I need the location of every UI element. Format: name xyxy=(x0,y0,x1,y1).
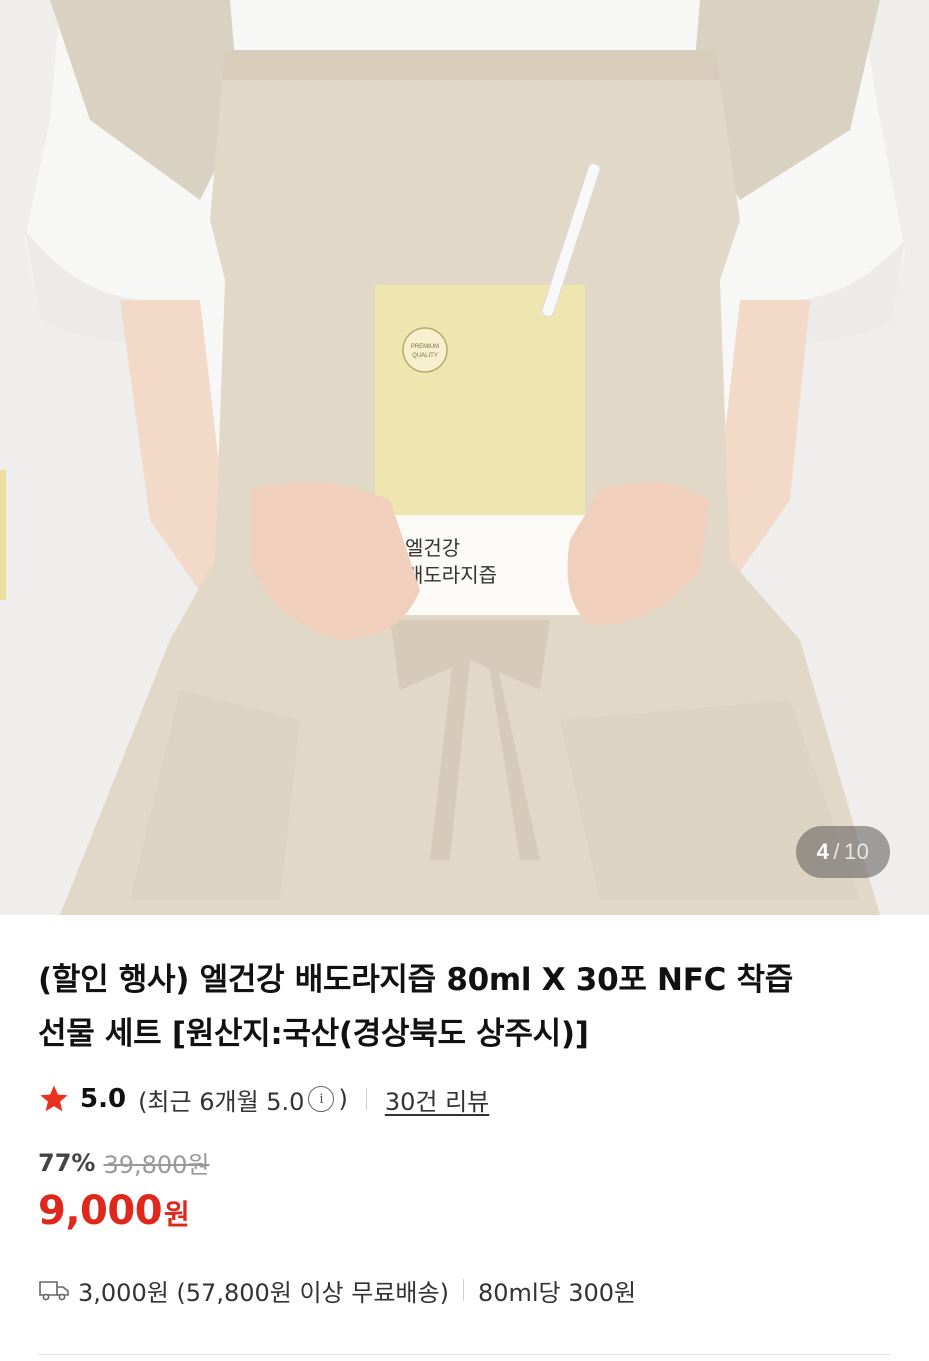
svg-text:엘건강: 엘건강 xyxy=(405,536,460,560)
rating-row: 5.0 (최근 6개월 5.0 i ) 30건 리뷰 xyxy=(38,1081,891,1117)
product-title: (할인 행사) 엘건강 배도라지즙 80ml X 30포 NFC 착즙 선물 세… xyxy=(38,953,891,1061)
image-counter-total: 10 xyxy=(843,839,870,864)
product-title-line2: 선물 세트 [원산지:국산(경상북도 상주시)] xyxy=(38,1016,589,1052)
image-counter-separator: / xyxy=(833,839,840,864)
unit-price: 80ml당 300원 xyxy=(477,1278,637,1307)
price-row: 9,000 원 xyxy=(38,1188,891,1234)
svg-text:PREMIUM: PREMIUM xyxy=(411,344,439,350)
svg-text:배도라지즙: 배도라지즙 xyxy=(405,563,497,587)
review-count-link[interactable]: 30건 리뷰 xyxy=(385,1082,489,1117)
discount-rate: 77% xyxy=(38,1148,96,1177)
product-image-gallery[interactable]: PREMIUM QUALITY 엘건강 배도라지즙 4 / 10 xyxy=(0,0,929,915)
product-title-line1: (할인 행사) 엘건강 배도라지즙 80ml X 30포 NFC 착즙 xyxy=(38,962,793,998)
star-icon xyxy=(40,1085,68,1112)
product-photo: PREMIUM QUALITY 엘건강 배도라지즙 xyxy=(0,0,929,915)
recent-rating: (최근 6개월 5.0 i ) xyxy=(138,1082,348,1117)
currency-unit: 원 xyxy=(164,1198,190,1231)
recent-rating-label: (최근 6개월 5.0 xyxy=(138,1087,305,1116)
sale-price: 9,000 xyxy=(38,1188,163,1234)
divider xyxy=(365,1088,367,1110)
image-counter-current: 4 xyxy=(816,839,830,864)
original-price: 39,800원 xyxy=(103,1151,210,1179)
svg-text:QUALITY: QUALITY xyxy=(412,353,438,359)
recent-rating-close: ) xyxy=(338,1085,348,1113)
product-info: (할인 행사) 엘건강 배도라지즙 80ml X 30포 NFC 착즙 선물 세… xyxy=(0,953,929,1308)
truck-icon xyxy=(39,1281,69,1301)
shipping-row: 3,000원 (57,800원 이상 무료배송) 80ml당 300원 xyxy=(38,1272,891,1308)
rating-score: 5.0 xyxy=(80,1084,127,1114)
section-divider xyxy=(38,1354,891,1355)
shipping-fee: 3,000원 (57,800원 이상 무료배송) xyxy=(78,1278,449,1307)
info-icon[interactable]: i xyxy=(308,1086,335,1112)
divider xyxy=(462,1279,464,1301)
image-counter: 4 / 10 xyxy=(796,826,890,878)
discount-row: 77% 39,800원 xyxy=(38,1145,891,1180)
